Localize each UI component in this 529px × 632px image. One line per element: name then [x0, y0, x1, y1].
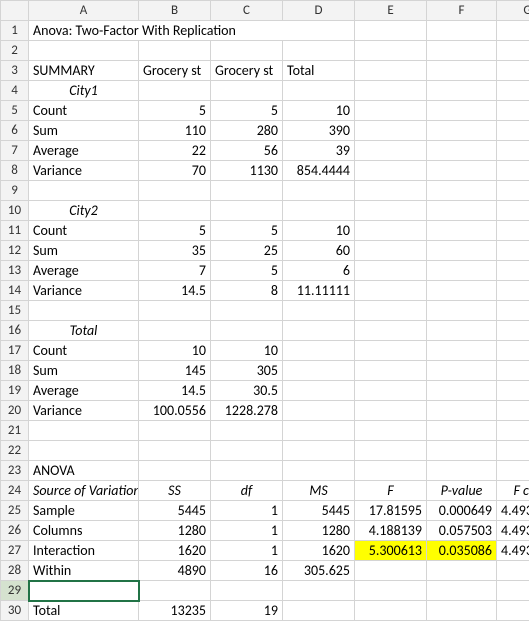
row-header-24[interactable]: 24 — [1, 481, 29, 501]
row-header-17[interactable]: 17 — [1, 341, 29, 361]
row-header-29[interactable]: 29 — [1, 581, 29, 601]
row-header-10[interactable]: 10 — [1, 201, 29, 221]
row-header-30[interactable]: 30 — [1, 601, 29, 621]
cell-total-name[interactable]: Total — [29, 321, 139, 341]
cell-a29-selected[interactable] — [29, 581, 139, 601]
cell-f1[interactable] — [427, 21, 497, 41]
row-header-25[interactable]: 25 — [1, 501, 29, 521]
cell-anova-hdr-pvalue[interactable]: P-value — [427, 481, 497, 501]
row-header-26[interactable]: 26 — [1, 521, 29, 541]
cell-city1-name[interactable]: City1 — [29, 81, 139, 101]
cell-anova-sample[interactable]: Sample — [29, 501, 139, 521]
col-header-c[interactable]: C — [211, 1, 283, 21]
col-header-f[interactable]: F — [427, 1, 497, 21]
cell-city2-avg[interactable]: Average — [29, 261, 139, 281]
cell-anova-hdr-f[interactable]: F — [355, 481, 427, 501]
col-header-d[interactable]: D — [283, 1, 355, 21]
row-header-11[interactable]: 11 — [1, 221, 29, 241]
cell-total-var[interactable]: Variance — [29, 401, 139, 421]
cell-anova-interaction[interactable]: Interaction — [29, 541, 139, 561]
row-header-13[interactable]: 13 — [1, 261, 29, 281]
cell-city2-count[interactable]: Count — [29, 221, 139, 241]
cell-summary-h1[interactable]: Grocery st — [139, 61, 211, 81]
cell-city1-sum[interactable]: Sum — [29, 121, 139, 141]
cell-total-avg[interactable]: Average — [29, 381, 139, 401]
row-header-14[interactable]: 14 — [1, 281, 29, 301]
col-header-a[interactable]: A — [29, 1, 139, 21]
row-header-7[interactable]: 7 — [1, 141, 29, 161]
col-header-b[interactable]: B — [139, 1, 211, 21]
row-header-18[interactable]: 18 — [1, 361, 29, 381]
cell-total-count[interactable]: Count — [29, 341, 139, 361]
cell-summary-h2[interactable]: Grocery st — [211, 61, 283, 81]
column-header-row: A B C D E F G — [1, 1, 529, 21]
row-header-16[interactable]: 16 — [1, 321, 29, 341]
cell-anova-hdr-ss[interactable]: SS — [139, 481, 211, 501]
cell-anova-title[interactable]: ANOVA — [29, 461, 139, 481]
cell-anova-hdr-fcrit[interactable]: F crit — [497, 481, 529, 501]
row-header-8[interactable]: 8 — [1, 161, 29, 181]
cell-anova-hdr-ms[interactable]: MS — [283, 481, 355, 501]
row-header-9[interactable]: 9 — [1, 181, 29, 201]
cell-city2-name[interactable]: City2 — [29, 201, 139, 221]
row-header-23[interactable]: 23 — [1, 461, 29, 481]
row-header-12[interactable]: 12 — [1, 241, 29, 261]
cell-anova-hdr-df[interactable]: df — [211, 481, 283, 501]
row-header-3[interactable]: 3 — [1, 61, 29, 81]
cell-anova-columns[interactable]: Columns — [29, 521, 139, 541]
col-header-g[interactable]: G — [497, 1, 529, 21]
cell-city2-sum[interactable]: Sum — [29, 241, 139, 261]
row-header-4[interactable]: 4 — [1, 81, 29, 101]
select-all-corner[interactable] — [1, 1, 29, 21]
row-header-27[interactable]: 27 — [1, 541, 29, 561]
cell-anova-interaction-f[interactable]: 5.300613 — [355, 541, 427, 561]
spreadsheet-grid[interactable]: A B C D E F G 1 Anova: Two-Factor With R… — [0, 0, 529, 621]
cell-city1-avg[interactable]: Average — [29, 141, 139, 161]
row-header-22[interactable]: 22 — [1, 441, 29, 461]
row-header-5[interactable]: 5 — [1, 101, 29, 121]
row-header-1[interactable]: 1 — [1, 21, 29, 41]
row-header-19[interactable]: 19 — [1, 381, 29, 401]
cell-anova-interaction-pvalue[interactable]: 0.035086 — [427, 541, 497, 561]
cell-anova-within[interactable]: Within — [29, 561, 139, 581]
row-header-15[interactable]: 15 — [1, 301, 29, 321]
cell-city1-var[interactable]: Variance — [29, 161, 139, 181]
row-header-20[interactable]: 20 — [1, 401, 29, 421]
row-header-2[interactable]: 2 — [1, 41, 29, 61]
cell-city2-var[interactable]: Variance — [29, 281, 139, 301]
row-header-21[interactable]: 21 — [1, 421, 29, 441]
cell-city1-count[interactable]: Count — [29, 101, 139, 121]
cell-e1[interactable] — [355, 21, 427, 41]
row-header-6[interactable]: 6 — [1, 121, 29, 141]
cell-a1-title[interactable]: Anova: Two-Factor With Replication — [29, 21, 355, 41]
cell-anova-total[interactable]: Total — [29, 601, 139, 621]
row-header-28[interactable]: 28 — [1, 561, 29, 581]
cell-summary-h3[interactable]: Total — [283, 61, 355, 81]
cell-summary-label[interactable]: SUMMARY — [29, 61, 139, 81]
cell-g1[interactable] — [497, 21, 529, 41]
col-header-e[interactable]: E — [355, 1, 427, 21]
cell-anova-hdr-source[interactable]: Source of Variation — [29, 481, 139, 501]
cell-total-sum[interactable]: Sum — [29, 361, 139, 381]
